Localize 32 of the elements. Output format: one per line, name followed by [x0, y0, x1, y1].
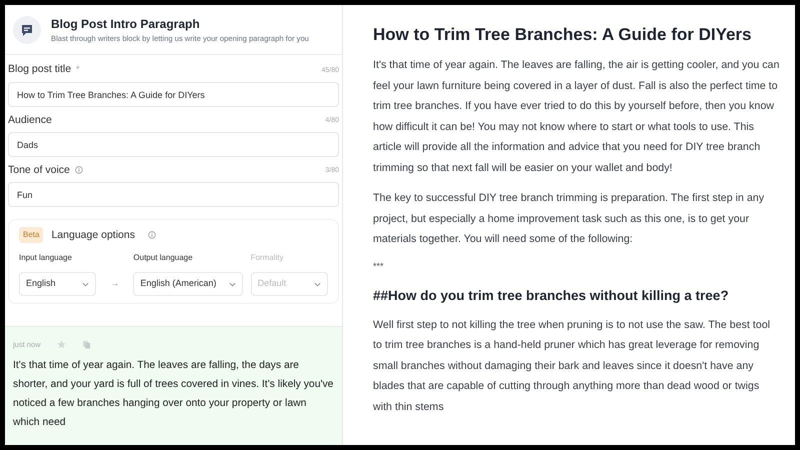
generated-paragraph: It's that time of year again. The leaves are falling, the days are shorter, and your yard is full of trees covered in vines. It's likely you've noticed a few branches hanging over onto your property or lawn which need	[13, 359, 334, 430]
chevron-down-icon	[314, 282, 321, 287]
arrow-label: →	[109, 276, 120, 290]
dropdown[interactable]: English	[19, 272, 96, 296]
article-paragraph: The key to successful DIY tree branch trimming is preparation. The first step in any project, but especially a home improvement task such as this one, is to get your materials together. You will need some of the following:	[373, 191, 766, 248]
separator-text: ***	[373, 260, 385, 273]
article-paragraph: It's that time of year again. The leaves are falling, the air is getting cooler, and you can feel your lawn furniture being covered in a layer of dust. Fall is also the perfect time to trim tree branches. If you have ever tried to do this by yourself before, then you know how difficult it can be! You may not know where to start or what tools to use. This article will provide all the information and advice that you need for DIY tree branch trimming so that next fall will be easier on your wallet and body!	[373, 58, 780, 176]
tool-icon	[13, 16, 41, 44]
select-label: Input language	[19, 252, 73, 264]
star-icon[interactable]	[56, 340, 66, 350]
beta-badge: Beta	[19, 227, 44, 244]
copy-icon[interactable]	[82, 340, 91, 350]
article-paragraph: Well first step to not killing the tree when pruning is to not use the saw. The best tool to trim tree branches is a hand-held pruner which has great leverage for removing small branches without damaging their bark and leaves since it doesn't have any blades that are capable of cutting through anything more than dead wood or twigs with thin stems	[373, 318, 772, 415]
info-icon	[74, 166, 83, 174]
text-field[interactable]: How to Trim Tree Branches: A Guide for DIYers	[8, 82, 339, 107]
dropdown[interactable]: English (American)	[133, 272, 243, 296]
info-icon	[148, 231, 156, 240]
select-label: Formality	[250, 252, 284, 264]
chevron-down-icon	[228, 282, 236, 287]
text-field[interactable]: Fun	[8, 182, 339, 208]
article-heading: ##How do you trim tree branches without killing a tree?	[373, 288, 730, 305]
article-title: How to Trim Tree Branches: A Guide for DIYers	[373, 25, 752, 46]
text-field[interactable]: Dads	[8, 132, 339, 158]
field-label: Audience	[8, 114, 52, 127]
select-label: Output language	[133, 252, 194, 264]
field-label: Tone of voice	[8, 164, 70, 177]
tool-title: Blog Post Intro Paragraph	[51, 16, 201, 33]
required-mark: *	[76, 63, 80, 76]
chevron-down-icon	[82, 282, 90, 287]
field-label: Blog post title	[8, 63, 72, 76]
dropdown: Default	[250, 272, 328, 296]
section-title: Language options	[51, 228, 135, 242]
